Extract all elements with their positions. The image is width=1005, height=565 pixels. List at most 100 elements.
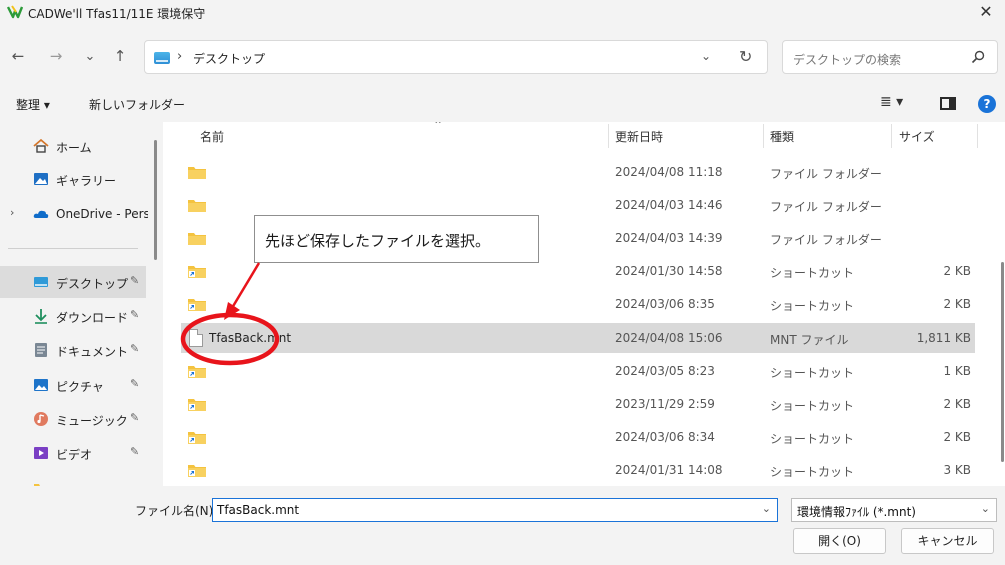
view-options-icon[interactable]: ≣ ▾ (880, 94, 903, 110)
sidebar-item-label: OneDrive - Perso (56, 207, 148, 221)
documents-icon (35, 343, 47, 357)
column-header-name[interactable]: 名前 ⌃ (200, 122, 608, 148)
table-row[interactable]: 2024/01/31 14:08 ショートカット 3 KB (181, 455, 975, 485)
sidebar-item-label: ピクチャ (56, 380, 104, 394)
column-header-date[interactable]: 更新日時 (615, 122, 765, 148)
folder-icon (188, 233, 206, 245)
pictures-icon (34, 379, 48, 391)
address-bar[interactable]: › デスクトップ ⌄ ↻ (144, 40, 768, 74)
pin-icon[interactable]: ✎ (130, 445, 139, 458)
column-divider[interactable] (763, 124, 764, 148)
sidebar-item-downloads[interactable]: ダウンロード ✎ (0, 300, 146, 332)
sidebar-item-label: ギャラリー (56, 174, 117, 188)
pin-icon[interactable]: ✎ (130, 274, 139, 287)
file-date: 2024/04/03 14:39 (615, 231, 723, 245)
sidebar-item-partial[interactable] (0, 472, 146, 486)
table-row[interactable]: 2024/03/06 8:35 ショートカット 2 KB (181, 289, 975, 319)
pin-icon[interactable]: ✎ (130, 342, 139, 355)
column-header-size[interactable]: サイズ (899, 122, 975, 148)
file-size: 1,811 KB (916, 331, 971, 345)
shortcut-icon (188, 399, 206, 411)
folder-icon (188, 200, 206, 212)
refresh-icon[interactable]: ↻ (739, 47, 752, 66)
sidebar-item-desktop[interactable]: デスクトップ ✎ (0, 266, 146, 298)
shortcut-icon (188, 299, 206, 311)
file-list-scrollbar[interactable] (1001, 262, 1004, 462)
file-type: ショートカット (770, 266, 855, 280)
file-type: ファイル フォルダー (770, 167, 882, 181)
file-type: ショートカット (770, 432, 855, 446)
table-row[interactable]: 2024/04/08 11:18 ファイル フォルダー (181, 157, 975, 187)
file-date: 2024/03/06 8:35 (615, 297, 715, 311)
pin-icon[interactable]: ✎ (130, 377, 139, 390)
table-row[interactable]: 2023/11/29 2:59 ショートカット 2 KB (181, 389, 975, 419)
file-name: TfasBack.mnt (209, 331, 292, 345)
help-icon[interactable]: ? (978, 95, 996, 113)
filename-dropdown-chevron-icon[interactable]: ⌄ (762, 502, 771, 515)
pin-icon[interactable]: ✎ (130, 411, 139, 424)
file-size: 3 KB (943, 463, 971, 477)
table-row[interactable]: 2024/03/06 8:34 ショートカット 2 KB (181, 422, 975, 452)
column-header-label: 種類 (770, 130, 795, 144)
column-divider[interactable] (608, 124, 609, 148)
search-input[interactable]: デスクトップの検索 (793, 51, 901, 68)
new-folder-button[interactable]: 新しいフォルダー (89, 96, 185, 113)
organize-button[interactable]: 整理 ▾ (16, 96, 50, 113)
column-header-label: 名前 (200, 130, 225, 144)
column-divider[interactable] (891, 124, 892, 148)
file-type: ファイル フォルダー (770, 200, 882, 214)
window-title: CADWe'll Tfas11/11E 環境保守 (28, 7, 206, 21)
table-row[interactable]: 2024/03/05 8:23 ショートカット 1 KB (181, 356, 975, 386)
breadcrumb-desktop[interactable]: デスクトップ (193, 50, 265, 67)
cancel-button[interactable]: キャンセル (901, 528, 994, 554)
sidebar-scrollbar[interactable] (154, 140, 157, 260)
column-header-type[interactable]: 種類 (770, 122, 890, 148)
recent-locations-chevron-icon[interactable]: ⌄ (80, 46, 100, 66)
sidebar-item-label: デスクトップ (56, 277, 129, 291)
file-icon (189, 329, 203, 347)
file-type: ショートカット (770, 366, 855, 380)
sidebar-item-onedrive[interactable]: › OneDrive - Perso (0, 198, 148, 230)
file-type-chevron-icon[interactable]: ⌄ (981, 502, 990, 515)
callout-text: 先ほど保存したファイルを選択。 (265, 232, 491, 250)
expand-chevron-icon[interactable]: › (10, 206, 14, 219)
navigation-bar: ← → ⌄ ↑ › デスクトップ ⌄ ↻ デスクトップの検索 (0, 36, 1005, 78)
breadcrumb-separator-icon: › (177, 49, 183, 64)
file-date: 2024/04/08 15:06 (615, 331, 723, 345)
address-history-chevron-icon[interactable]: ⌄ (701, 49, 711, 63)
desktop-folder-icon (154, 52, 170, 64)
sidebar-item-home[interactable]: ホーム (0, 130, 146, 162)
sidebar-item-pictures[interactable]: ピクチャ ✎ (0, 369, 146, 401)
forward-arrow-icon[interactable]: → (46, 46, 66, 66)
table-row-selected[interactable]: TfasBack.mnt 2024/04/08 15:06 MNT ファイル 1… (181, 323, 975, 353)
file-list: 名前 ⌃ 更新日時 種類 サイズ 2024/04/08 11:18 ファイル フ… (163, 122, 1005, 486)
column-divider[interactable] (977, 124, 978, 148)
file-size: 2 KB (943, 397, 971, 411)
shortcut-icon (188, 432, 206, 444)
pin-icon[interactable]: ✎ (130, 308, 139, 321)
back-arrow-icon[interactable]: ← (8, 46, 28, 66)
filename-input[interactable]: TfasBack.mnt ⌄ (212, 498, 778, 522)
open-button[interactable]: 開く(O) (793, 528, 886, 554)
sidebar-item-documents[interactable]: ドキュメント ✎ (0, 334, 146, 366)
sidebar-item-gallery[interactable]: ギャラリー (0, 163, 146, 195)
sidebar-item-music[interactable]: ミュージック ✎ (0, 403, 146, 435)
file-date: 2024/01/30 14:58 (615, 264, 723, 278)
home-icon (33, 138, 49, 153)
sidebar-item-label: ホーム (56, 141, 92, 155)
sort-ascending-icon: ⌃ (433, 122, 444, 132)
onedrive-icon (33, 210, 49, 218)
search-box[interactable]: デスクトップの検索 (782, 40, 998, 74)
close-icon[interactable]: ✕ (977, 3, 995, 21)
file-type-filter[interactable]: 環境情報ﾌｧｲﾙ (*.mnt) ⌄ (791, 498, 997, 522)
sidebar-divider (8, 248, 138, 249)
file-size: 1 KB (943, 364, 971, 378)
sidebar-item-videos[interactable]: ビデオ ✎ (0, 437, 146, 469)
sidebar-item-label: ミュージック (56, 414, 128, 428)
filename-value[interactable]: TfasBack.mnt (217, 503, 299, 517)
up-arrow-icon[interactable]: ↑ (110, 46, 130, 66)
preview-pane-icon[interactable] (940, 97, 956, 110)
music-icon (34, 412, 48, 426)
sidebar-item-label: ドキュメント (56, 345, 129, 359)
file-date: 2024/03/06 8:34 (615, 430, 715, 444)
